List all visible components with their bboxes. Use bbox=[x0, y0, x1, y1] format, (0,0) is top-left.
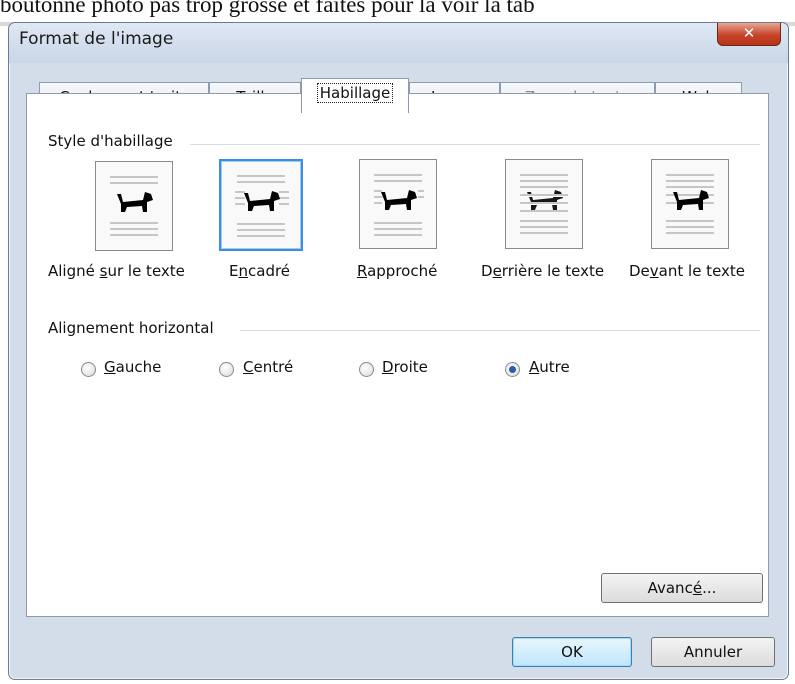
radio-label-droite: Droite bbox=[382, 358, 428, 376]
wrap-option-behind[interactable] bbox=[505, 159, 583, 249]
radio-centre[interactable] bbox=[219, 362, 234, 377]
advanced-button[interactable]: Avancé... bbox=[601, 573, 763, 603]
cancel-button[interactable]: Annuler bbox=[651, 637, 775, 667]
radio-label-autre: Autre bbox=[529, 358, 570, 376]
wrap-option-tight[interactable] bbox=[359, 159, 437, 249]
radio-gauche[interactable] bbox=[81, 362, 96, 377]
wrap-style-label: Style d'habillage bbox=[48, 132, 177, 150]
close-button[interactable]: ✕ bbox=[717, 23, 781, 46]
ok-button[interactable]: OK bbox=[512, 637, 632, 667]
wrap-label-tight: Rapproché bbox=[357, 262, 438, 280]
group-divider bbox=[190, 144, 760, 145]
wrap-option-in-front[interactable] bbox=[651, 159, 729, 249]
wrap-option-inline[interactable] bbox=[95, 161, 173, 251]
tab-habillage[interactable]: Habillage bbox=[301, 78, 409, 113]
wrap-label-inline: Aligné sur le texte bbox=[48, 262, 185, 280]
horizontal-alignment-label: Alignement horizontal bbox=[48, 319, 218, 337]
window-title: Format de l'image bbox=[19, 29, 174, 49]
wrap-label-square: Encadré bbox=[229, 262, 291, 280]
background-document-text: boutonne photo pas trop grosse et faites… bbox=[0, 0, 535, 17]
wrap-label-behind: Derrière le texte bbox=[481, 262, 605, 280]
title-bar[interactable]: Format de l'image ✕ bbox=[9, 23, 788, 63]
in-front-text-icon bbox=[671, 186, 711, 214]
radio-droite[interactable] bbox=[359, 362, 374, 377]
tight-wrap-icon bbox=[379, 186, 419, 214]
radio-label-gauche: Gauche bbox=[104, 358, 162, 376]
wrap-option-square[interactable] bbox=[219, 159, 303, 251]
group-divider bbox=[240, 330, 760, 331]
radio-autre[interactable] bbox=[505, 362, 520, 377]
radio-label-centre: Centré bbox=[243, 358, 294, 376]
inline-wrap-icon bbox=[115, 188, 155, 216]
close-icon: ✕ bbox=[742, 24, 756, 42]
tab-label: Habillage bbox=[316, 83, 394, 103]
square-wrap-icon bbox=[242, 187, 282, 215]
wrap-label-in-front: Devant le texte bbox=[629, 262, 746, 280]
